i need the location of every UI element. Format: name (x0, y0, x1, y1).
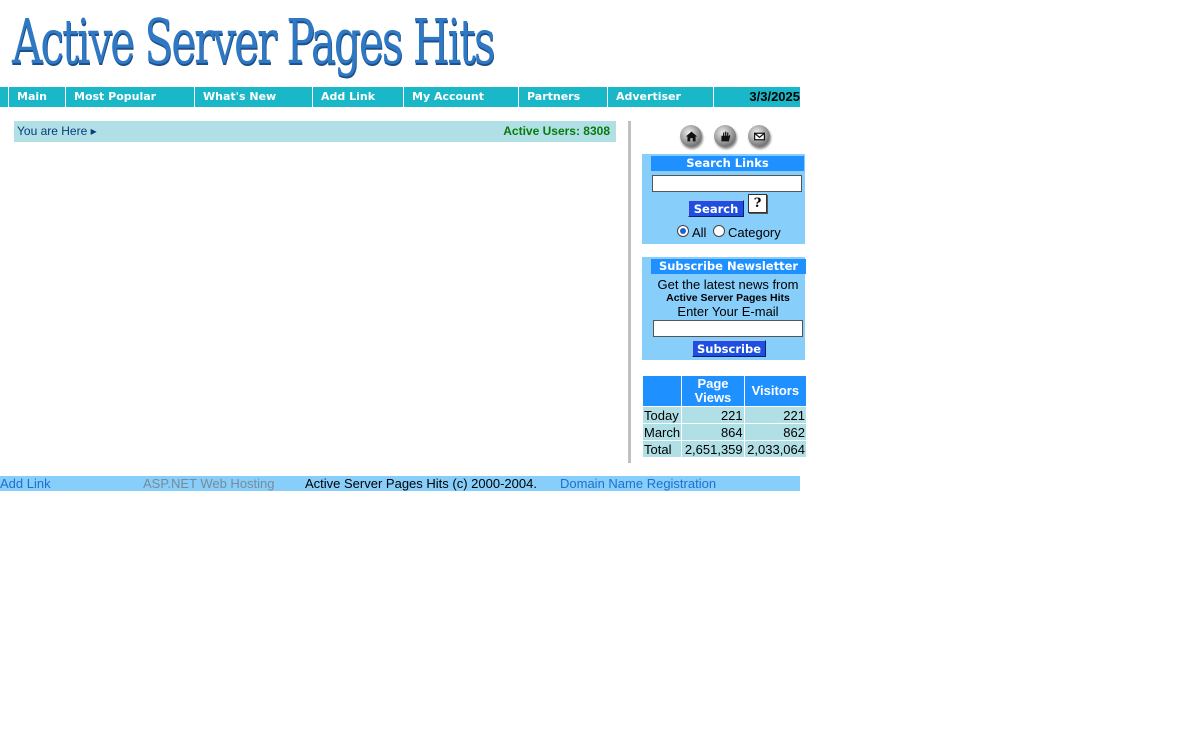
home-icon[interactable] (680, 125, 702, 147)
newsletter-line1: Get the latest news from (657, 277, 799, 292)
newsletter-box: Subscribe Newsletter Get the latest news… (642, 257, 806, 360)
stats-header-row: Page Views Visitors (643, 376, 806, 406)
radio-category-label: Category (728, 225, 781, 240)
column-divider (628, 121, 631, 463)
site-logo[interactable]: Active Server Pages Hits (12, 2, 495, 82)
footer-hosting-link[interactable]: ASP.NET Web Hosting (143, 476, 275, 491)
footer-add-link[interactable]: Add Link (0, 476, 51, 491)
search-help-icon[interactable]: ? (748, 194, 767, 213)
nav-my-account[interactable]: My Account (403, 87, 518, 107)
radio-category[interactable] (713, 225, 725, 237)
search-button[interactable]: Search (688, 200, 744, 217)
radio-all[interactable] (677, 225, 689, 237)
guestbook-icon[interactable] (714, 125, 736, 147)
stats-header-blank (643, 376, 682, 406)
newsletter-box-title: Subscribe Newsletter (651, 259, 806, 274)
breadcrumb: You are Here ▸ Active Users: 8308 (14, 121, 616, 142)
subscribe-button[interactable]: Subscribe (692, 340, 766, 357)
stats-page-views: 221 (682, 407, 744, 423)
main-nav: Main Most Popular What's New Add Link My… (0, 87, 800, 107)
search-box-title: Search Links (651, 156, 804, 171)
stats-header-visitors: Visitors (744, 376, 806, 406)
stats-visitors: 221 (744, 407, 806, 423)
stats-page-views: 864 (682, 424, 744, 440)
nav-whats-new[interactable]: What's New (194, 87, 312, 107)
stats-row-today: Today 221 221 (643, 407, 806, 423)
nav-partners[interactable]: Partners (518, 87, 607, 107)
newsletter-email-input[interactable] (653, 320, 803, 337)
stats-page-views: 2,651,359 (682, 441, 744, 457)
search-box: Search Links Search ? All Category (642, 154, 805, 244)
breadcrumb-label: You are Here ▸ (17, 124, 97, 138)
nav-separator (713, 87, 714, 107)
stats-row-total: Total 2,651,359 2,033,064 (643, 441, 806, 457)
search-input[interactable] (652, 175, 802, 192)
stats-visitors: 2,033,064 (744, 441, 806, 457)
stats-header-page-views: Page Views (682, 376, 744, 406)
stats-row-label: Total (643, 441, 682, 457)
nav-most-popular[interactable]: Most Popular (65, 87, 194, 107)
stats-row-label: March (643, 424, 682, 440)
footer-bar: Add Link ASP.NET Web Hosting Active Serv… (0, 476, 800, 491)
footer-domain-link[interactable]: Domain Name Registration (560, 476, 716, 491)
current-date: 3/3/2025 (749, 89, 800, 104)
radio-all-label: All (692, 225, 707, 240)
stats-visitors: 862 (744, 424, 806, 440)
stats-row-label: Today (643, 407, 682, 423)
email-icon[interactable] (748, 125, 770, 147)
stats-table: Page Views Visitors Today 221 221 March … (642, 375, 807, 458)
nav-add-link[interactable]: Add Link (312, 87, 403, 107)
newsletter-line2: Active Server Pages Hits (666, 292, 790, 304)
stats-row-month: March 864 862 (643, 424, 806, 440)
nav-advertiser[interactable]: Advertiser (607, 87, 713, 107)
newsletter-line3: Enter Your E-mail (677, 304, 779, 319)
nav-main[interactable]: Main (8, 87, 65, 107)
active-users: Active Users: 8308 (503, 124, 610, 138)
footer-copyright: Active Server Pages Hits (c) 2000-2004. (305, 476, 537, 491)
